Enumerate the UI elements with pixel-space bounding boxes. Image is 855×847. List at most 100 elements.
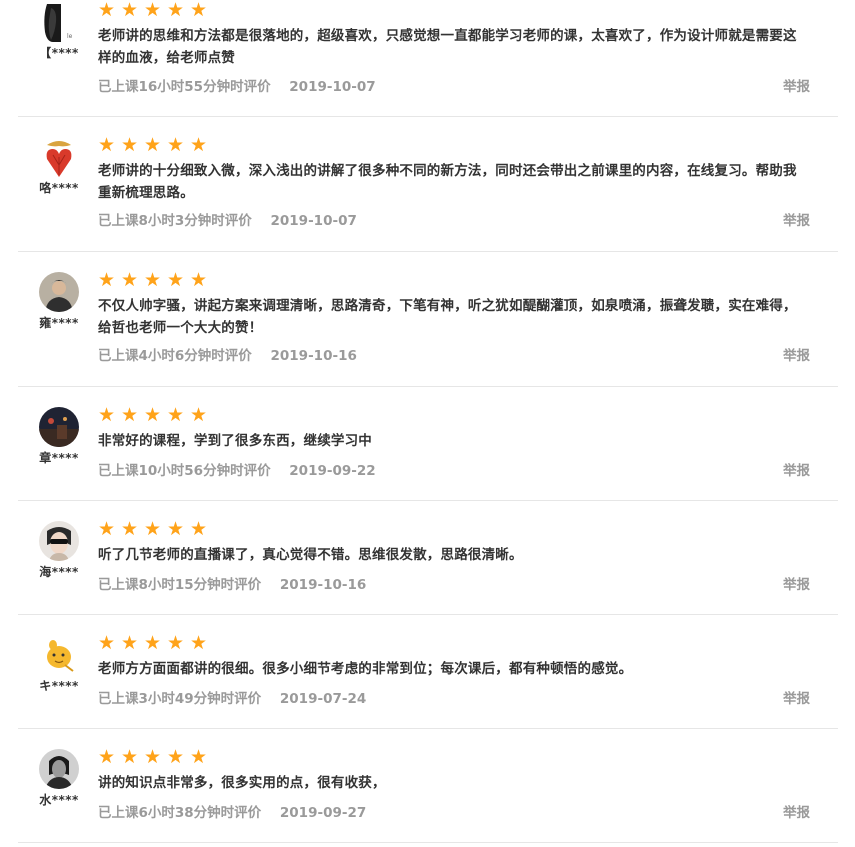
- review-date: 2019-09-27: [279, 805, 367, 821]
- avatar[interactable]: [39, 407, 79, 447]
- report-link[interactable]: 举报: [783, 459, 810, 479]
- review-text: 老师讲的思维和方法都是很落地的，超级喜欢，只感觉想一直都能学习老师的课，太喜欢了…: [98, 28, 797, 66]
- star-icon: ★: [121, 269, 139, 291]
- star-icon: ★: [167, 746, 185, 768]
- reviewer-name: 咯****: [39, 181, 79, 195]
- review-item: キ**** ★ ★ ★ ★ ★ 老师方方面面都讲的很细。很多小细节考虑的非常到位；每次课…: [18, 615, 838, 729]
- star-icon: ★: [144, 518, 162, 540]
- reviewer: キ****: [38, 635, 80, 694]
- report-link[interactable]: 举报: [783, 209, 810, 229]
- review-meta: 已上课16小时55分钟时评价 2019-10-07 举报: [98, 75, 810, 95]
- report-link[interactable]: 举报: [783, 801, 810, 821]
- review-date: 2019-07-24: [279, 691, 367, 707]
- star-icon: ★: [190, 632, 208, 654]
- star-rating: ★ ★ ★ ★ ★: [98, 134, 810, 157]
- star-rating: ★ ★ ★ ★ ★: [98, 404, 810, 427]
- star-icon: ★: [144, 746, 162, 768]
- review-item: 咯**** ★ ★ ★ ★ ★ 老师讲的十分细致入微，深入浅出的讲解了很多种不同的新方法…: [18, 117, 838, 252]
- star-icon: ★: [98, 518, 116, 540]
- star-icon: ★: [121, 134, 139, 156]
- reviewer-name: 水****: [39, 793, 79, 807]
- review-meta: 已上课6小时38分钟时评价 2019-09-27 举报: [98, 801, 810, 821]
- review-item: le 【**** ★ ★ ★ ★ ★ 老师讲的思维和方法都是很落地的，超级喜欢，只感觉想…: [18, 0, 838, 117]
- report-link[interactable]: 举报: [783, 344, 810, 364]
- star-icon: ★: [190, 518, 208, 540]
- avatar[interactable]: le: [39, 2, 79, 42]
- review-text: 讲的知识点非常多，很多实用的点，很有收获，: [98, 775, 386, 791]
- review-date: 2019-10-07: [289, 79, 376, 95]
- study-duration: 已上课8小时3分钟时评价: [98, 213, 252, 229]
- review-date: 2019-10-07: [270, 213, 357, 229]
- star-icon: ★: [98, 632, 116, 654]
- star-icon: ★: [144, 269, 162, 291]
- star-icon: ★: [190, 404, 208, 426]
- star-icon: ★: [144, 632, 162, 654]
- study-duration: 已上课8小时15分钟时评价: [98, 577, 262, 593]
- avatar[interactable]: [39, 635, 79, 675]
- reviewer: 雍****: [38, 272, 80, 331]
- star-icon: ★: [167, 269, 185, 291]
- reviewer-name: 章****: [39, 451, 79, 465]
- study-duration: 已上课4小时6分钟时评价: [98, 348, 252, 364]
- star-icon: ★: [121, 404, 139, 426]
- svg-text:le: le: [67, 33, 73, 40]
- review-meta: 已上课4小时6分钟时评价 2019-10-16 举报: [98, 344, 810, 364]
- star-icon: ★: [121, 0, 139, 21]
- study-duration: 已上课16小时55分钟时评价: [98, 79, 271, 95]
- study-duration: 已上课6小时38分钟时评价: [98, 805, 262, 821]
- star-icon: ★: [190, 0, 208, 21]
- review-item: 海**** ★ ★ ★ ★ ★ 听了几节老师的直播课了，真心觉得不错。思维很发散，思路很…: [18, 501, 838, 615]
- review-meta: 已上课3小时49分钟时评价 2019-07-24 举报: [98, 687, 810, 707]
- report-link[interactable]: 举报: [783, 75, 810, 95]
- avatar[interactable]: [39, 749, 79, 789]
- review-item: 章**** ★ ★ ★ ★ ★ 非常好的课程，学到了很多东西，继续学习中 已上课10小时…: [18, 387, 838, 501]
- review-date: 2019-10-16: [270, 348, 357, 364]
- star-icon: ★: [121, 746, 139, 768]
- reviewer: 海****: [38, 521, 80, 580]
- review-text: 老师方方面面都讲的很细。很多小细节考虑的非常到位；每次课后，都有种顿悟的感觉。: [98, 661, 633, 677]
- star-icon: ★: [167, 632, 185, 654]
- star-icon: ★: [190, 269, 208, 291]
- report-link[interactable]: 举报: [783, 687, 810, 707]
- review-list: le 【**** ★ ★ ★ ★ ★ 老师讲的思维和方法都是很落地的，超级喜欢，只感觉想…: [0, 0, 855, 843]
- star-rating: ★ ★ ★ ★ ★: [98, 269, 810, 292]
- review-date: 2019-09-22: [289, 463, 376, 479]
- reviewer-name: キ****: [39, 679, 79, 693]
- star-icon: ★: [121, 518, 139, 540]
- reviewer: 水****: [38, 749, 80, 808]
- study-duration: 已上课10小时56分钟时评价: [98, 463, 271, 479]
- star-icon: ★: [190, 746, 208, 768]
- star-icon: ★: [190, 134, 208, 156]
- review-text: 听了几节老师的直播课了，真心觉得不错。思维很发散，思路很清晰。: [98, 547, 523, 563]
- review-text: 不仅人帅字骚，讲起方案来调理清晰，思路清奇，下笔有神，听之犹如醍醐灌顶，如泉喷涌…: [98, 298, 797, 336]
- star-icon: ★: [121, 632, 139, 654]
- star-icon: ★: [98, 404, 116, 426]
- reviewer: 章****: [38, 407, 80, 466]
- avatar[interactable]: [39, 521, 79, 561]
- reviewer: le 【****: [38, 2, 80, 61]
- star-icon: ★: [167, 0, 185, 21]
- star-icon: ★: [144, 134, 162, 156]
- star-icon: ★: [98, 0, 116, 21]
- reviewer-name: 【****: [39, 46, 79, 60]
- star-rating: ★ ★ ★ ★ ★: [98, 0, 810, 22]
- review-item: 雍**** ★ ★ ★ ★ ★ 不仅人帅字骚，讲起方案来调理清晰，思路清奇，下笔有神，听…: [18, 252, 838, 387]
- star-icon: ★: [167, 404, 185, 426]
- star-icon: ★: [167, 518, 185, 540]
- review-item: 水**** ★ ★ ★ ★ ★ 讲的知识点非常多，很多实用的点，很有收获， 已上课6小时…: [18, 729, 838, 843]
- star-icon: ★: [98, 269, 116, 291]
- review-meta: 已上课10小时56分钟时评价 2019-09-22 举报: [98, 459, 810, 479]
- study-duration: 已上课3小时49分钟时评价: [98, 691, 262, 707]
- star-rating: ★ ★ ★ ★ ★: [98, 632, 810, 655]
- star-icon: ★: [98, 134, 116, 156]
- avatar[interactable]: [39, 137, 79, 177]
- reviewer: 咯****: [38, 137, 80, 196]
- star-rating: ★ ★ ★ ★ ★: [98, 518, 810, 541]
- star-icon: ★: [144, 0, 162, 21]
- star-icon: ★: [144, 404, 162, 426]
- review-meta: 已上课8小时3分钟时评价 2019-10-07 举报: [98, 209, 810, 229]
- review-text: 老师讲的十分细致入微，深入浅出的讲解了很多种不同的新方法，同时还会带出之前课里的…: [98, 163, 797, 201]
- avatar[interactable]: [39, 272, 79, 312]
- report-link[interactable]: 举报: [783, 573, 810, 593]
- star-icon: ★: [98, 746, 116, 768]
